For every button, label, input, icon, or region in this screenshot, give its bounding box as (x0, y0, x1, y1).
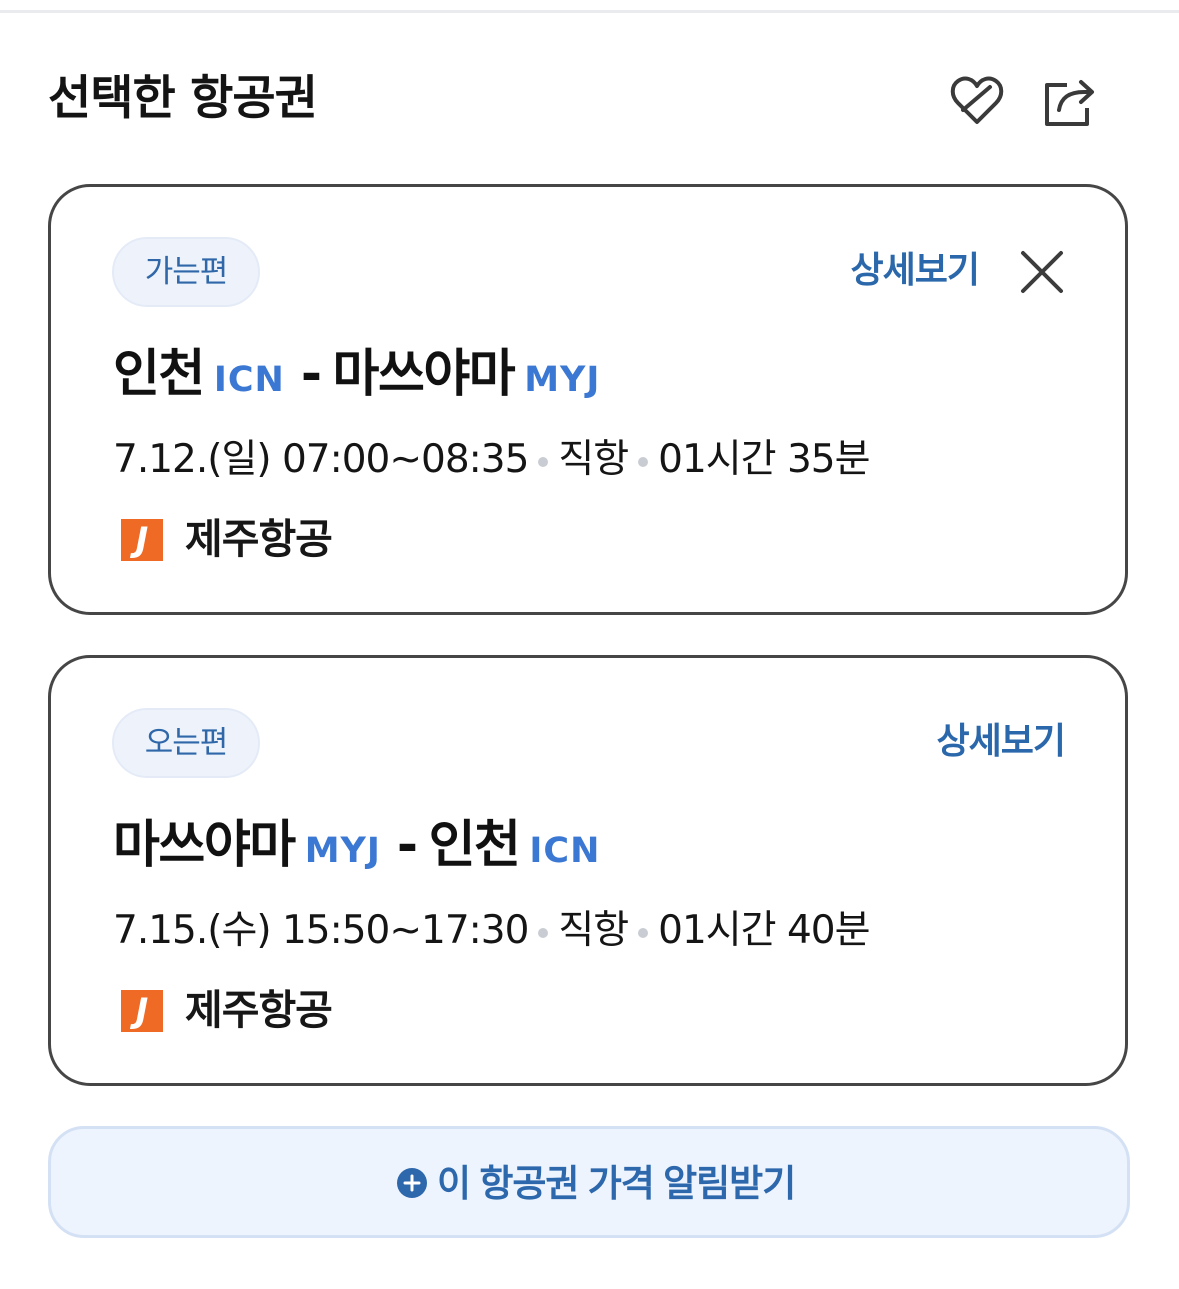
departure-city: 마쓰야마 (113, 816, 296, 875)
airline-name: 제주항공 (185, 986, 333, 1034)
departure-city: 인천 (113, 345, 205, 404)
departure-code: MYJ (304, 831, 381, 871)
info-separator-dot (638, 456, 649, 467)
favorite-button[interactable] (946, 72, 1008, 134)
flight-duration: 01시간 40분 (658, 908, 870, 953)
jeju-air-logo: J (121, 519, 163, 561)
outbound-route: 인천 ICN - 마쓰야마 MYJ (113, 337, 600, 413)
outbound-flight-card: 가는편 상세보기 인천 ICN - 마쓰야마 MYJ 7.12.(일) 07:00~08… (48, 184, 1128, 615)
return-route: 마쓰야마 MYJ - 인천 ICN (113, 808, 600, 884)
flight-date-time: 7.15.(수) 15:50~17:30 (113, 908, 529, 953)
return-flight-info: 7.15.(수) 15:50~17:30 직항 01시간 40분 (113, 903, 870, 959)
flight-type: 직항 (558, 908, 629, 953)
close-icon (1017, 247, 1067, 297)
airline-name: 제주항공 (185, 515, 333, 563)
outbound-badge: 가는편 (112, 237, 260, 307)
share-icon (1038, 72, 1100, 134)
flight-date-time: 7.12.(일) 07:00~08:35 (113, 437, 529, 482)
outbound-details-link[interactable]: 상세보기 (851, 241, 980, 301)
outbound-flight-info: 7.12.(일) 07:00~08:35 직항 01시간 35분 (113, 432, 870, 488)
remove-outbound-button[interactable] (1017, 247, 1067, 297)
return-badge: 오는편 (112, 708, 260, 778)
info-separator-dot (538, 456, 549, 467)
header-actions (946, 72, 1100, 134)
share-button[interactable] (1038, 72, 1100, 134)
selected-flights-header: 선택한 항공권 (48, 66, 1130, 138)
jeju-air-logo: J (121, 990, 163, 1032)
route-separator: - (300, 345, 322, 404)
flight-type: 직항 (558, 437, 629, 482)
info-separator-dot (638, 927, 649, 938)
arrival-code: ICN (529, 831, 601, 871)
return-flight-card: 오는편 상세보기 마쓰야마 MYJ - 인천 ICN 7.15.(수) 15:50~17… (48, 655, 1128, 1086)
heart-icon (946, 72, 1008, 134)
arrival-city: 마쓰야마 (332, 345, 516, 404)
route-separator: - (396, 816, 418, 875)
arrival-code: MYJ (524, 360, 601, 400)
flight-duration: 01시간 35분 (658, 437, 870, 482)
top-divider (0, 10, 1179, 13)
info-separator-dot (538, 927, 549, 938)
plus-circle-icon (397, 1168, 427, 1198)
price-alert-label: 이 항공권 가격 알림받기 (437, 1163, 796, 1204)
arrival-city: 인천 (428, 816, 521, 875)
return-details-link[interactable]: 상세보기 (937, 712, 1066, 772)
page-title: 선택한 항공권 (48, 71, 318, 126)
price-alert-button[interactable]: 이 항공권 가격 알림받기 (48, 1126, 1130, 1238)
departure-code: ICN (213, 360, 285, 400)
